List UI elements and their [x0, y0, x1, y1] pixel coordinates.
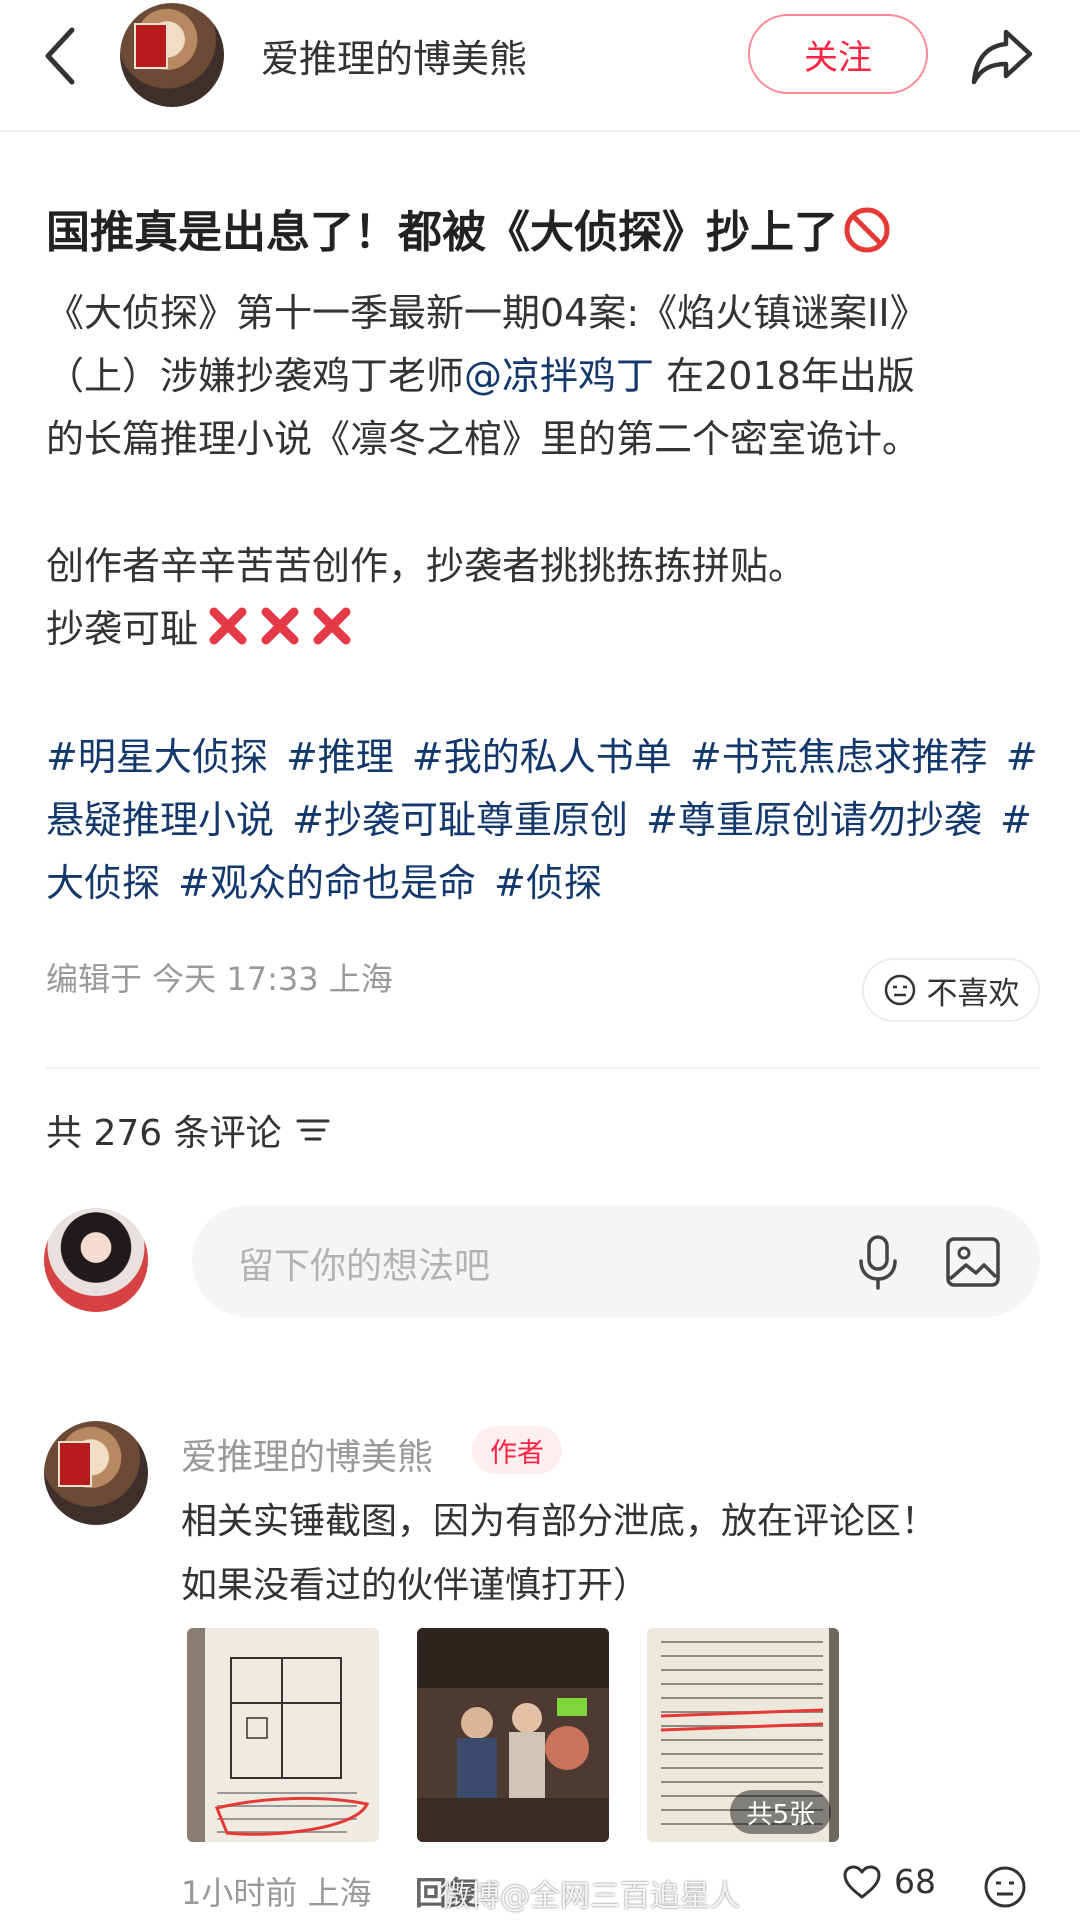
hashtag-link[interactable]: #书荒焦虑求推荐: [690, 735, 988, 779]
comment-image-thumbnail[interactable]: [187, 1628, 379, 1842]
edit-time-location: 编辑于 今天 17:33 上海: [46, 960, 393, 998]
hashtag-link[interactable]: #明星大侦探: [46, 735, 268, 779]
author-badge: 作者: [472, 1426, 562, 1474]
comment-text: 相关实锤截图，因为有部分泄底，放在评论区！: [181, 1501, 938, 1542]
hashtag-link[interactable]: #抄袭可耻尊重原创: [292, 798, 628, 842]
post-title: 国推真是出息了！都被《大侦探》抄上了: [46, 196, 892, 260]
hashtag-list: #明星大侦探 #推理 #我的私人书单 #书荒焦虑求推荐 #悬疑推理小说 #抄袭可…: [46, 726, 1046, 915]
cross-mark-emoji-icon: [209, 607, 247, 645]
cross-mark-emoji-icon: [261, 607, 299, 645]
post-detail-page: 爱推理的博美熊 关注 国推真是出息了！都被《大侦探》抄上了 《大侦探》第十一季最…: [0, 0, 1080, 1923]
current-user-avatar: [44, 1208, 148, 1312]
post-title-text: 国推真是出息了！都被《大侦探》抄上了: [46, 207, 838, 258]
back-arrow-icon[interactable]: [38, 22, 86, 90]
dislike-button[interactable]: 不喜欢: [862, 958, 1040, 1022]
hashtag-link[interactable]: #观众的命也是命: [178, 861, 476, 905]
post-body-line: 创作者辛辛苦苦创作，抄袭者挑挑拣拣拼贴。: [46, 544, 807, 588]
post-body-line: （上）涉嫌抄袭鸡丁老师@凉拌鸡丁 在2018年出版: [46, 345, 915, 400]
comment-count: 共 276 条评论: [46, 1113, 282, 1154]
emoji-reaction-icon[interactable]: [983, 1865, 1027, 1909]
author-avatar[interactable]: [120, 3, 224, 107]
comment-input-placeholder: 留下你的想法吧: [238, 1246, 491, 1287]
post-body-text: （上）涉嫌抄袭鸡丁老师: [46, 354, 465, 398]
share-icon[interactable]: [966, 20, 1038, 92]
hashtag-link[interactable]: #我的私人书单: [412, 735, 672, 779]
comment-image-thumbnail[interactable]: [417, 1628, 609, 1842]
comment-time-location: 1小时前 上海: [181, 1874, 372, 1912]
comment-count-sort[interactable]: 共 276 条评论: [46, 1104, 330, 1156]
sort-filter-icon[interactable]: [296, 1115, 330, 1145]
like-count: 68: [894, 1862, 936, 1901]
hashtag-link[interactable]: #尊重原创请勿抄袭: [646, 798, 982, 842]
follow-button[interactable]: 关注: [748, 14, 928, 94]
prohibited-emoji-icon: [844, 207, 890, 253]
image-picker-icon[interactable]: [944, 1235, 1002, 1289]
watermark-text: 微博@全网三百追星人: [440, 1879, 740, 1914]
like-button[interactable]: 68: [842, 1862, 936, 1901]
post-body-text: 在2018年出版: [654, 354, 915, 398]
image-count-badge: 共5张: [730, 1790, 831, 1834]
author-name[interactable]: 爱推理的博美熊: [261, 28, 527, 83]
comment-text: 如果没看过的伙伴谨慎打开）: [181, 1565, 650, 1606]
post-body-line: 抄袭可耻: [46, 598, 354, 653]
meh-face-icon: [884, 974, 915, 1006]
hashtag-link[interactable]: #推理: [286, 735, 394, 779]
tv-show-still-photo: [417, 1628, 609, 1842]
dislike-label: 不喜欢: [926, 975, 1020, 1012]
microphone-icon[interactable]: [854, 1233, 902, 1291]
user-mention-link[interactable]: @凉拌鸡丁: [464, 354, 654, 398]
hashtag-link[interactable]: #侦探: [494, 861, 602, 905]
divider: [46, 1067, 1040, 1069]
post-body-line: 《大侦探》第十一季最新一期04案:《焰火镇谜案II》: [46, 291, 928, 335]
post-body-line: 的长篇推理小说《凛冬之棺》里的第二个密室诡计。: [46, 417, 921, 461]
post-body-text: 抄袭可耻: [46, 607, 199, 651]
top-bar: 爱推理的博美熊 关注: [0, 0, 1080, 132]
comment-input[interactable]: 留下你的想法吧: [192, 1205, 1040, 1317]
commenter-avatar[interactable]: [44, 1421, 148, 1525]
floor-plan-photo: [187, 1628, 379, 1842]
comment-image-thumbnail[interactable]: 共5张: [647, 1628, 839, 1842]
heart-icon: [843, 1865, 881, 1898]
cross-mark-emoji-icon: [313, 607, 351, 645]
commenter-name[interactable]: 爱推理的博美熊: [181, 1428, 433, 1480]
